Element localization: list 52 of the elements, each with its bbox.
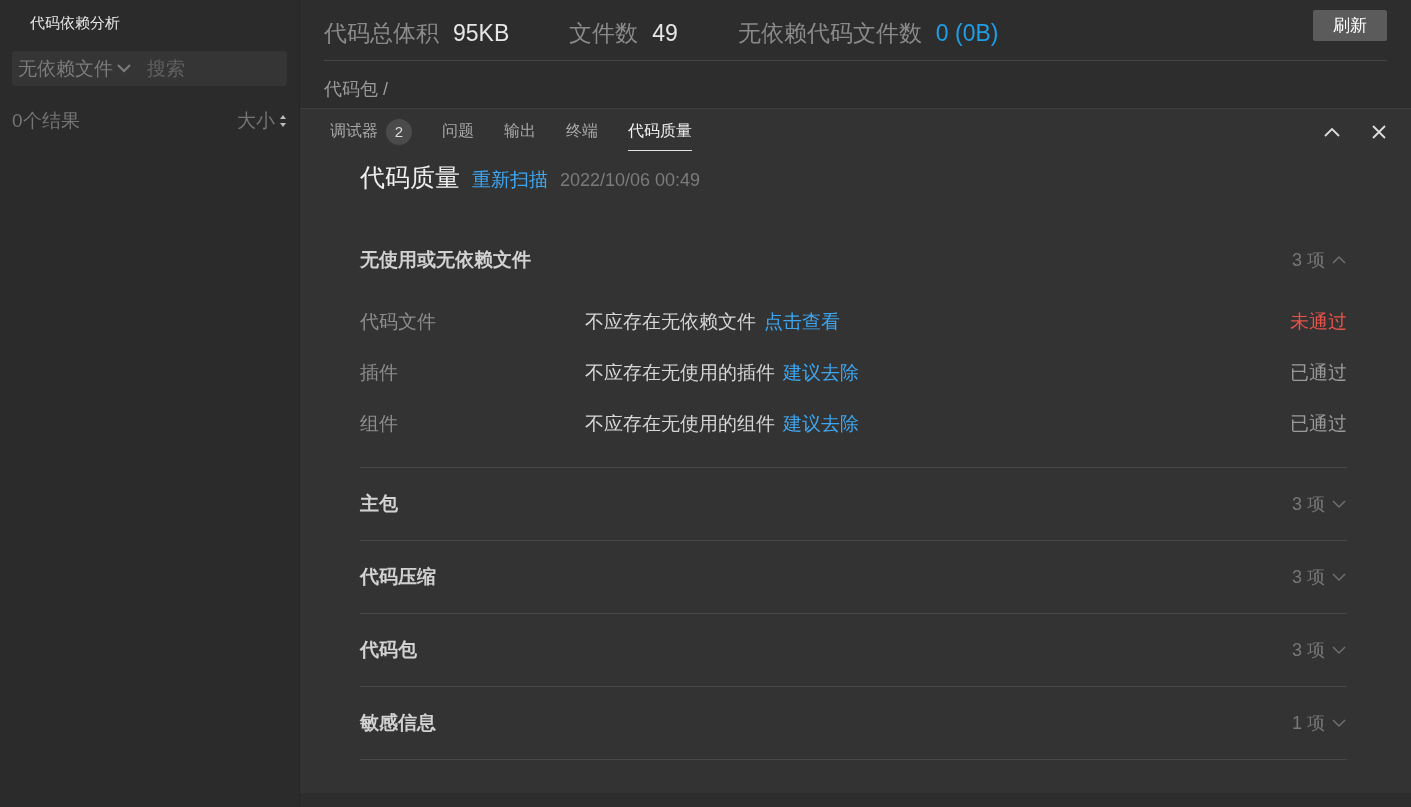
action-link[interactable]: 建议去除 <box>783 410 859 437</box>
item-count: 3 项 <box>1292 493 1325 516</box>
stat-label: 文件数 <box>569 19 639 48</box>
section-header[interactable]: 敏感信息 1 项 <box>360 687 1347 759</box>
section-title: 代码包 <box>360 638 417 662</box>
sort-icon <box>279 114 287 128</box>
check-status: 已通过 <box>1290 360 1347 385</box>
result-count: 0个结果 <box>12 109 80 133</box>
rescan-link[interactable]: 重新扫描 <box>472 167 548 193</box>
section-title: 主包 <box>360 492 398 516</box>
check-name: 代码文件 <box>360 309 437 334</box>
rule-text: 不应存在无使用的插件 <box>585 360 775 385</box>
collapse-button[interactable] <box>1323 127 1341 137</box>
panel-tab[interactable]: 输出 <box>504 113 536 151</box>
section-title: 代码压缩 <box>360 565 436 589</box>
panel-tab[interactable]: 调试器 2 <box>330 110 412 154</box>
count-badge: 2 <box>386 118 412 145</box>
action-link[interactable]: 建议去除 <box>783 359 859 386</box>
section-header[interactable]: 代码压缩 3 项 <box>360 541 1347 613</box>
section-header[interactable]: 主包 3 项 <box>360 468 1347 540</box>
item-count: 3 项 <box>1292 249 1325 272</box>
stat-value: 95KB <box>453 20 510 47</box>
stat-link[interactable]: 0 (0B) <box>935 20 999 47</box>
section-header[interactable]: 代码包 3 项 <box>360 614 1347 686</box>
sidebar-title: 代码依赖分析 <box>29 13 121 33</box>
refresh-button[interactable]: 刷新 <box>1313 10 1387 41</box>
check-name: 组件 <box>360 411 399 436</box>
section-title: 敏感信息 <box>360 711 436 735</box>
timestamp: 2022/10/06 00:49 <box>560 170 701 191</box>
item-count: 1 项 <box>1292 712 1325 735</box>
check-status: 未通过 <box>1290 309 1347 334</box>
stat-label: 代码总体积 <box>324 19 439 48</box>
close-button[interactable] <box>1371 124 1387 140</box>
chevron-down-icon <box>117 64 131 73</box>
breadcrumb: 代码包 / <box>324 78 389 101</box>
rule-text: 不应存在无使用的组件 <box>585 411 775 436</box>
panel-title: 代码质量 <box>360 162 460 193</box>
rule-text: 不应存在无依赖文件 <box>585 309 756 334</box>
panel-tab[interactable]: 代码质量 <box>628 113 692 151</box>
section-title: 无使用或无依赖文件 <box>360 248 531 272</box>
stat-label: 无依赖代码文件数 <box>737 19 922 48</box>
check-name: 插件 <box>360 360 399 385</box>
item-count: 3 项 <box>1292 639 1325 662</box>
panel-tab[interactable]: 终端 <box>566 113 598 151</box>
item-count: 3 项 <box>1292 566 1325 589</box>
panel-tab[interactable]: 问题 <box>442 113 474 151</box>
action-link[interactable]: 点击查看 <box>764 308 840 335</box>
check-status: 已通过 <box>1290 411 1347 436</box>
section-header[interactable]: 无使用或无依赖文件 3 项 <box>360 224 1347 296</box>
stat-value: 49 <box>652 20 678 47</box>
sort-button[interactable]: 大小 <box>237 108 287 134</box>
filter-dropdown[interactable]: 无依赖文件 <box>12 51 147 86</box>
